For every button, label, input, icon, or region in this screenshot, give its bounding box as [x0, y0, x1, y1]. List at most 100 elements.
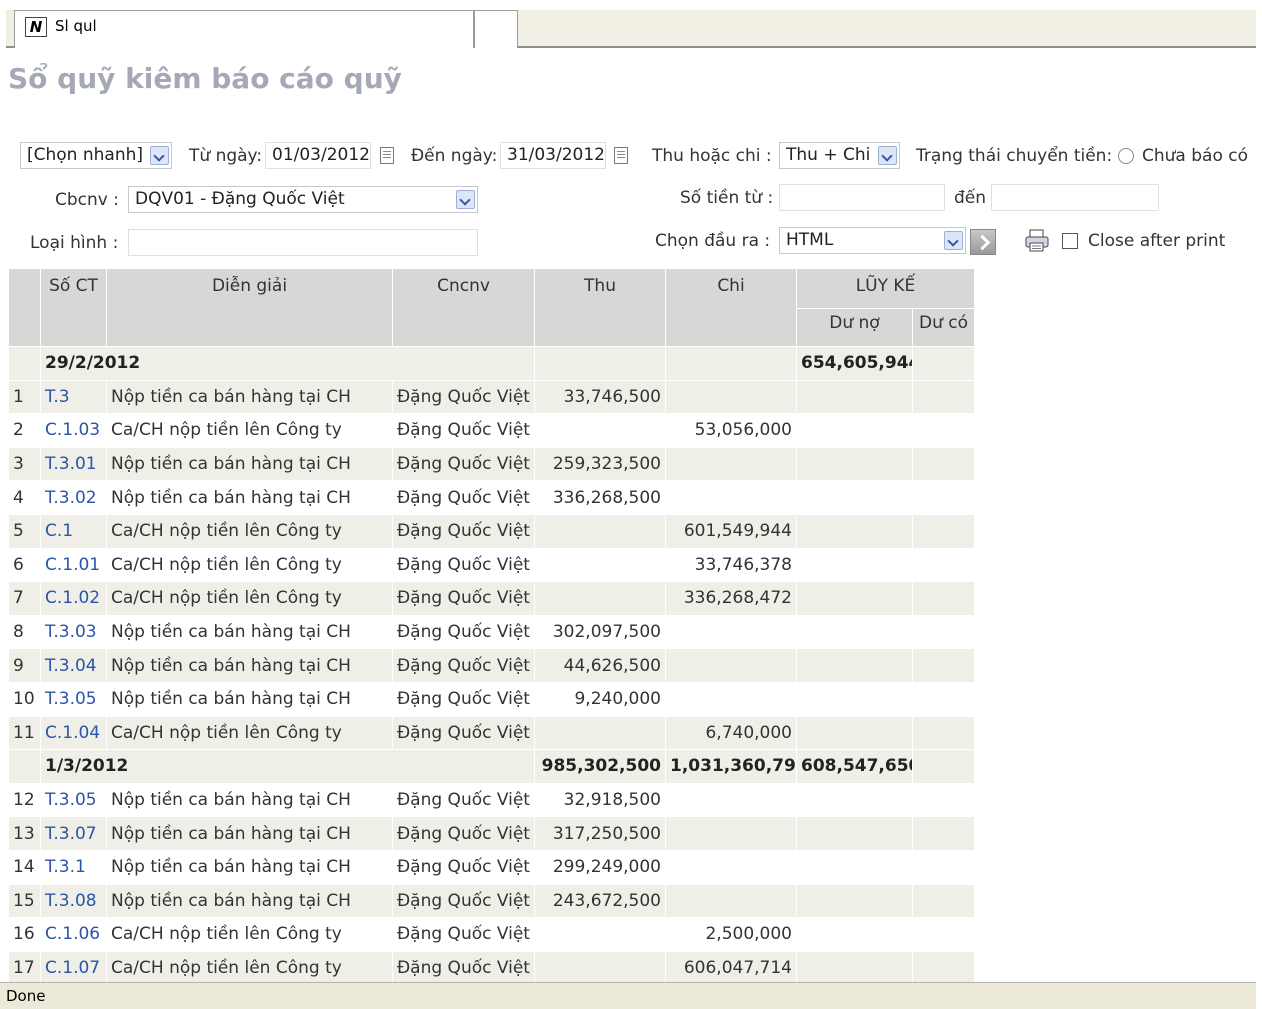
row-so-ct-link[interactable]: T.3.05 — [40, 782, 107, 818]
calendar-icon[interactable] — [380, 147, 394, 164]
row-so-ct-link[interactable]: T.3.07 — [40, 816, 107, 851]
group-date: 1/3/2012 — [40, 749, 535, 784]
row-index: 12 — [8, 782, 41, 818]
output-select-value: HTML — [786, 230, 834, 250]
row-du-no — [796, 883, 913, 919]
amount-from-field[interactable] — [779, 184, 945, 211]
row-cncnv: Đặng Quốc Việt — [392, 513, 535, 549]
table-row[interactable]: 7 C.1.02 Ca/CH nộp tiền lên Công ty Đặng Qu… — [8, 581, 975, 616]
row-cncnv: Đặng Quốc Việt — [392, 849, 535, 885]
header-thu[interactable]: Thu — [534, 268, 666, 347]
table-row[interactable]: 5 C.1 Ca/CH nộp tiền lên Công ty Đặng Quốc … — [8, 513, 975, 549]
table-row[interactable]: 2 C.1.03 Ca/CH nộp tiền lên Công ty Đặng Qu… — [8, 413, 975, 448]
header-so-ct[interactable]: Số CT — [40, 268, 107, 347]
header-cncnv[interactable]: Cncnv — [392, 268, 535, 347]
table-row[interactable]: 9 T.3.04 Nộp tiền ca bán hàng tại CH Đặng Q… — [8, 648, 975, 683]
row-index: 17 — [8, 950, 41, 986]
chevron-down-icon — [944, 231, 963, 250]
row-cncnv: Đặng Quốc Việt — [392, 681, 535, 717]
table-row[interactable]: 12 T.3.05 Nộp tiền ca bán hàng tại CH Đặng … — [8, 782, 975, 818]
table-body: 29/2/2012 654,605,944 1 T.3 Nộp tiền ca bán … — [8, 346, 975, 986]
row-thu — [534, 715, 666, 751]
row-du-co — [912, 547, 975, 583]
row-dien-giai: Nộp tiền ca bán hàng tại CH — [106, 480, 393, 515]
row-so-ct-link[interactable]: T.3 — [40, 379, 107, 415]
table-row[interactable]: 13 T.3.07 Nộp tiền ca bán hàng tại CH Đặng … — [8, 816, 975, 851]
row-chi — [665, 614, 797, 650]
row-index: 6 — [8, 547, 41, 583]
table-row[interactable]: 6 C.1.01 Ca/CH nộp tiền lên Công ty Đặng Qu… — [8, 547, 975, 583]
row-so-ct-link[interactable]: C.1.01 — [40, 547, 107, 583]
table-row[interactable]: 4 T.3.02 Nộp tiền ca bán hàng tại CH Đặng Q… — [8, 480, 975, 515]
status-radio[interactable] — [1118, 148, 1134, 164]
row-so-ct-link[interactable]: C.1.06 — [40, 917, 107, 952]
row-so-ct-link[interactable]: C.1.04 — [40, 715, 107, 751]
group-thu: 985,302,500 — [534, 749, 666, 784]
kind-field[interactable] — [128, 229, 478, 256]
table-row[interactable]: 8 T.3.03 Nộp tiền ca bán hàng tại CH Đặng Q… — [8, 614, 975, 650]
group-du-no: 608,547,650 — [796, 749, 913, 784]
row-so-ct-link[interactable]: T.3.1 — [40, 849, 107, 885]
type-select[interactable]: Thu + Chi — [779, 142, 900, 169]
table-row[interactable]: 16 C.1.06 Ca/CH nộp tiền lên Công ty Đặng Q… — [8, 917, 975, 952]
row-so-ct-link[interactable]: T.3.04 — [40, 648, 107, 683]
row-dien-giai: Nộp tiền ca bán hàng tại CH — [106, 648, 393, 683]
printer-icon[interactable] — [1024, 229, 1050, 253]
row-chi — [665, 883, 797, 919]
group-row: 1/3/2012 985,302,500 1,031,360,794 608,547,… — [8, 749, 975, 784]
table-row[interactable]: 15 T.3.08 Nộp tiền ca bán hàng tại CH Đặng … — [8, 883, 975, 919]
row-so-ct-link[interactable]: C.1.03 — [40, 413, 107, 448]
row-so-ct-link[interactable]: C.1.02 — [40, 581, 107, 616]
table-row[interactable]: 11 C.1.04 Ca/CH nộp tiền lên Công ty Đặng Q… — [8, 715, 975, 751]
row-du-no — [796, 715, 913, 751]
quick-select-dropdown[interactable]: [Chọn nhanh] — [20, 142, 172, 169]
type-select-value: Thu + Chi — [786, 145, 871, 165]
row-dien-giai: Ca/CH nộp tiền lên Công ty — [106, 547, 393, 583]
quick-select-value: [Chọn nhanh] — [27, 145, 144, 165]
table-row[interactable]: 14 T.3.1 Nộp tiền ca bán hàng tại CH Đặng Q… — [8, 849, 975, 885]
table-row[interactable]: 3 T.3.01 Nộp tiền ca bán hàng tại CH Đặng Q… — [8, 446, 975, 482]
from-date-field[interactable]: 01/03/2012 — [265, 142, 371, 169]
header-chi[interactable]: Chi — [665, 268, 797, 347]
row-du-co — [912, 446, 975, 482]
go-arrow-button[interactable] — [970, 229, 996, 255]
amount-to-field[interactable] — [991, 184, 1159, 211]
close-after-print-checkbox[interactable] — [1062, 233, 1078, 249]
row-du-co — [912, 715, 975, 751]
output-select[interactable]: HTML — [779, 227, 966, 254]
header-du-co[interactable]: Dư có — [912, 308, 975, 347]
row-du-co — [912, 782, 975, 818]
tab-so-quy[interactable]: N Sl qul — [14, 10, 474, 48]
row-dien-giai: Nộp tiền ca bán hàng tại CH — [106, 782, 393, 818]
group-du-co — [912, 749, 975, 784]
to-date-field[interactable]: 31/03/2012 — [500, 142, 606, 169]
employee-select[interactable]: DQV01 - Đặng Quốc Việt — [128, 186, 478, 213]
tab-label: Sl qul — [55, 17, 97, 35]
header-du-no[interactable]: Dư nợ — [796, 308, 913, 347]
row-so-ct-link[interactable]: T.3.05 — [40, 681, 107, 717]
row-so-ct-link[interactable]: C.1 — [40, 513, 107, 549]
table-row[interactable]: 17 C.1.07 Ca/CH nộp tiền lên Công ty Đặng Q… — [8, 950, 975, 986]
table-row[interactable]: 10 T.3.05 Nộp tiền ca bán hàng tại CH Đặng … — [8, 681, 975, 717]
row-cncnv: Đặng Quốc Việt — [392, 715, 535, 751]
header-luy-ke: LŨY KẾ — [796, 268, 975, 309]
header-dien-giai[interactable]: Diễn giải — [106, 268, 393, 347]
row-dien-giai: Ca/CH nộp tiền lên Công ty — [106, 413, 393, 448]
row-so-ct-link[interactable]: T.3.01 — [40, 446, 107, 482]
table-row[interactable]: 1 T.3 Nộp tiền ca bán hàng tại CH Đặng Quốc… — [8, 379, 975, 415]
row-du-no — [796, 614, 913, 650]
row-du-no — [796, 547, 913, 583]
row-so-ct-link[interactable]: T.3.02 — [40, 480, 107, 515]
row-so-ct-link[interactable]: T.3.03 — [40, 614, 107, 650]
status-bar: Done — [0, 982, 1256, 1009]
calendar-icon[interactable] — [614, 147, 628, 164]
row-index: 4 — [8, 480, 41, 515]
row-index: 2 — [8, 413, 41, 448]
chevron-down-icon — [878, 146, 897, 165]
row-so-ct-link[interactable]: C.1.07 — [40, 950, 107, 986]
row-chi — [665, 681, 797, 717]
type-label: Thu hoặc chi : — [652, 146, 772, 166]
row-chi — [665, 816, 797, 851]
row-so-ct-link[interactable]: T.3.08 — [40, 883, 107, 919]
tab-empty[interactable] — [474, 10, 518, 48]
